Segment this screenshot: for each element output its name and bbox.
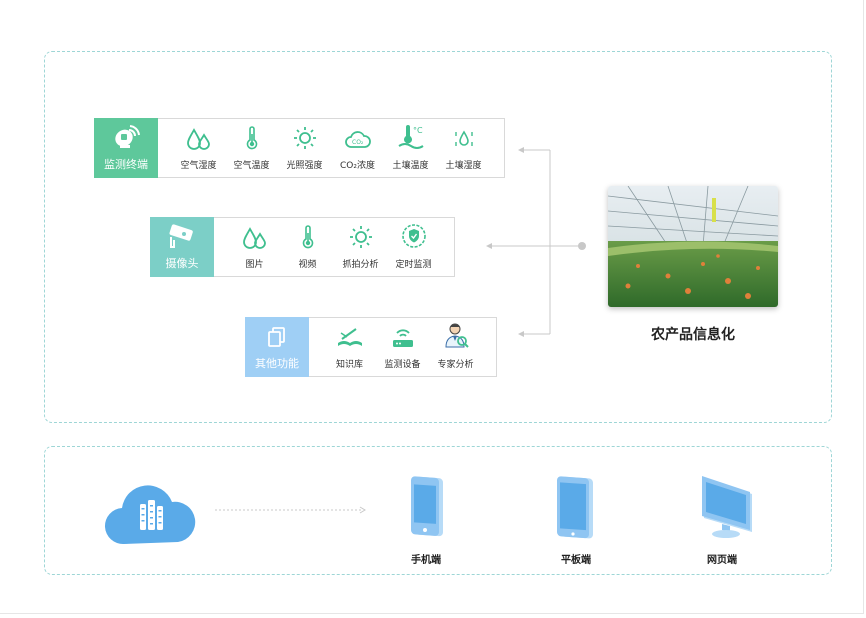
sun-icon bbox=[293, 127, 316, 149]
camera-title: 摄像头 bbox=[165, 257, 199, 270]
camera-icon bbox=[169, 224, 193, 248]
cloud-server-icon bbox=[104, 485, 196, 545]
router-device-icon bbox=[392, 329, 413, 347]
camera-row: 摄像头 图片 视频 抓拍分析 定时监测 bbox=[150, 217, 455, 277]
svg-text:°C: °C bbox=[413, 126, 423, 135]
monitor-item[interactable]: 土壤湿度 bbox=[437, 119, 490, 177]
other-functions-row: 其他功能 知识库 监测设备 专家分析 bbox=[245, 317, 497, 377]
monitor-item[interactable]: 空气温度 bbox=[225, 119, 278, 177]
satellite-dish-icon bbox=[115, 125, 140, 148]
other-item[interactable]: 专家分析 bbox=[429, 318, 482, 376]
other-item[interactable]: 知识库 bbox=[323, 318, 376, 376]
svg-text:CO₂: CO₂ bbox=[352, 139, 364, 146]
monitor-label: 网页端 bbox=[707, 555, 737, 566]
other-functions-header: 其他功能 bbox=[245, 317, 309, 377]
camera-items: 图片 视频 抓拍分析 定时监测 bbox=[214, 217, 455, 277]
other-functions-title: 其他功能 bbox=[255, 357, 299, 370]
monitor-terminal-row: 监测终端 空气湿度 空气温度 光照强度 CO₂ CO₂浓度 °C 土壤温度 土壤… bbox=[94, 118, 505, 178]
monitor-terminal-header: 监测终端 bbox=[94, 118, 158, 178]
monitor-item[interactable]: 光照强度 bbox=[278, 119, 331, 177]
other-item[interactable]: 监测设备 bbox=[376, 318, 429, 376]
phone-icon[interactable] bbox=[409, 474, 445, 538]
sun-icon bbox=[349, 226, 372, 248]
camera-item[interactable]: 视频 bbox=[281, 218, 334, 276]
thermometer-icon bbox=[302, 225, 313, 249]
main-title: 农产品信息化 bbox=[651, 327, 735, 343]
tablet-icon[interactable] bbox=[555, 474, 595, 540]
monitor-icon[interactable] bbox=[700, 474, 756, 540]
phone-label: 手机端 bbox=[411, 555, 441, 566]
open-book-icon bbox=[337, 328, 362, 346]
camera-header: 摄像头 bbox=[150, 217, 214, 277]
monitor-terminal-title: 监测终端 bbox=[104, 158, 148, 171]
soil-humidity-icon bbox=[454, 130, 473, 146]
monitor-item[interactable]: 空气湿度 bbox=[172, 119, 225, 177]
other-items: 知识库 监测设备 专家分析 bbox=[309, 317, 497, 377]
copy-docs-icon bbox=[268, 327, 285, 347]
thermometer-icon bbox=[246, 126, 257, 150]
monitor-item[interactable]: CO₂ CO₂浓度 bbox=[331, 119, 384, 177]
shield-check-icon bbox=[401, 224, 426, 248]
camera-item[interactable]: 抓拍分析 bbox=[334, 218, 387, 276]
camera-item[interactable]: 定时监测 bbox=[387, 218, 440, 276]
humidity-drops-icon bbox=[186, 128, 210, 150]
soil-temperature-icon: °C bbox=[397, 125, 424, 149]
monitor-items: 空气湿度 空气温度 光照强度 CO₂ CO₂浓度 °C 土壤温度 土壤湿度 bbox=[158, 118, 505, 178]
humidity-drops-icon bbox=[242, 227, 266, 249]
monitor-item[interactable]: °C 土壤温度 bbox=[384, 119, 437, 177]
doctor-expert-icon bbox=[444, 323, 469, 348]
tablet-label: 平板端 bbox=[561, 555, 591, 566]
greenhouse-photo bbox=[608, 186, 778, 307]
camera-item[interactable]: 图片 bbox=[228, 218, 281, 276]
co2-cloud-icon: CO₂ bbox=[344, 131, 371, 148]
